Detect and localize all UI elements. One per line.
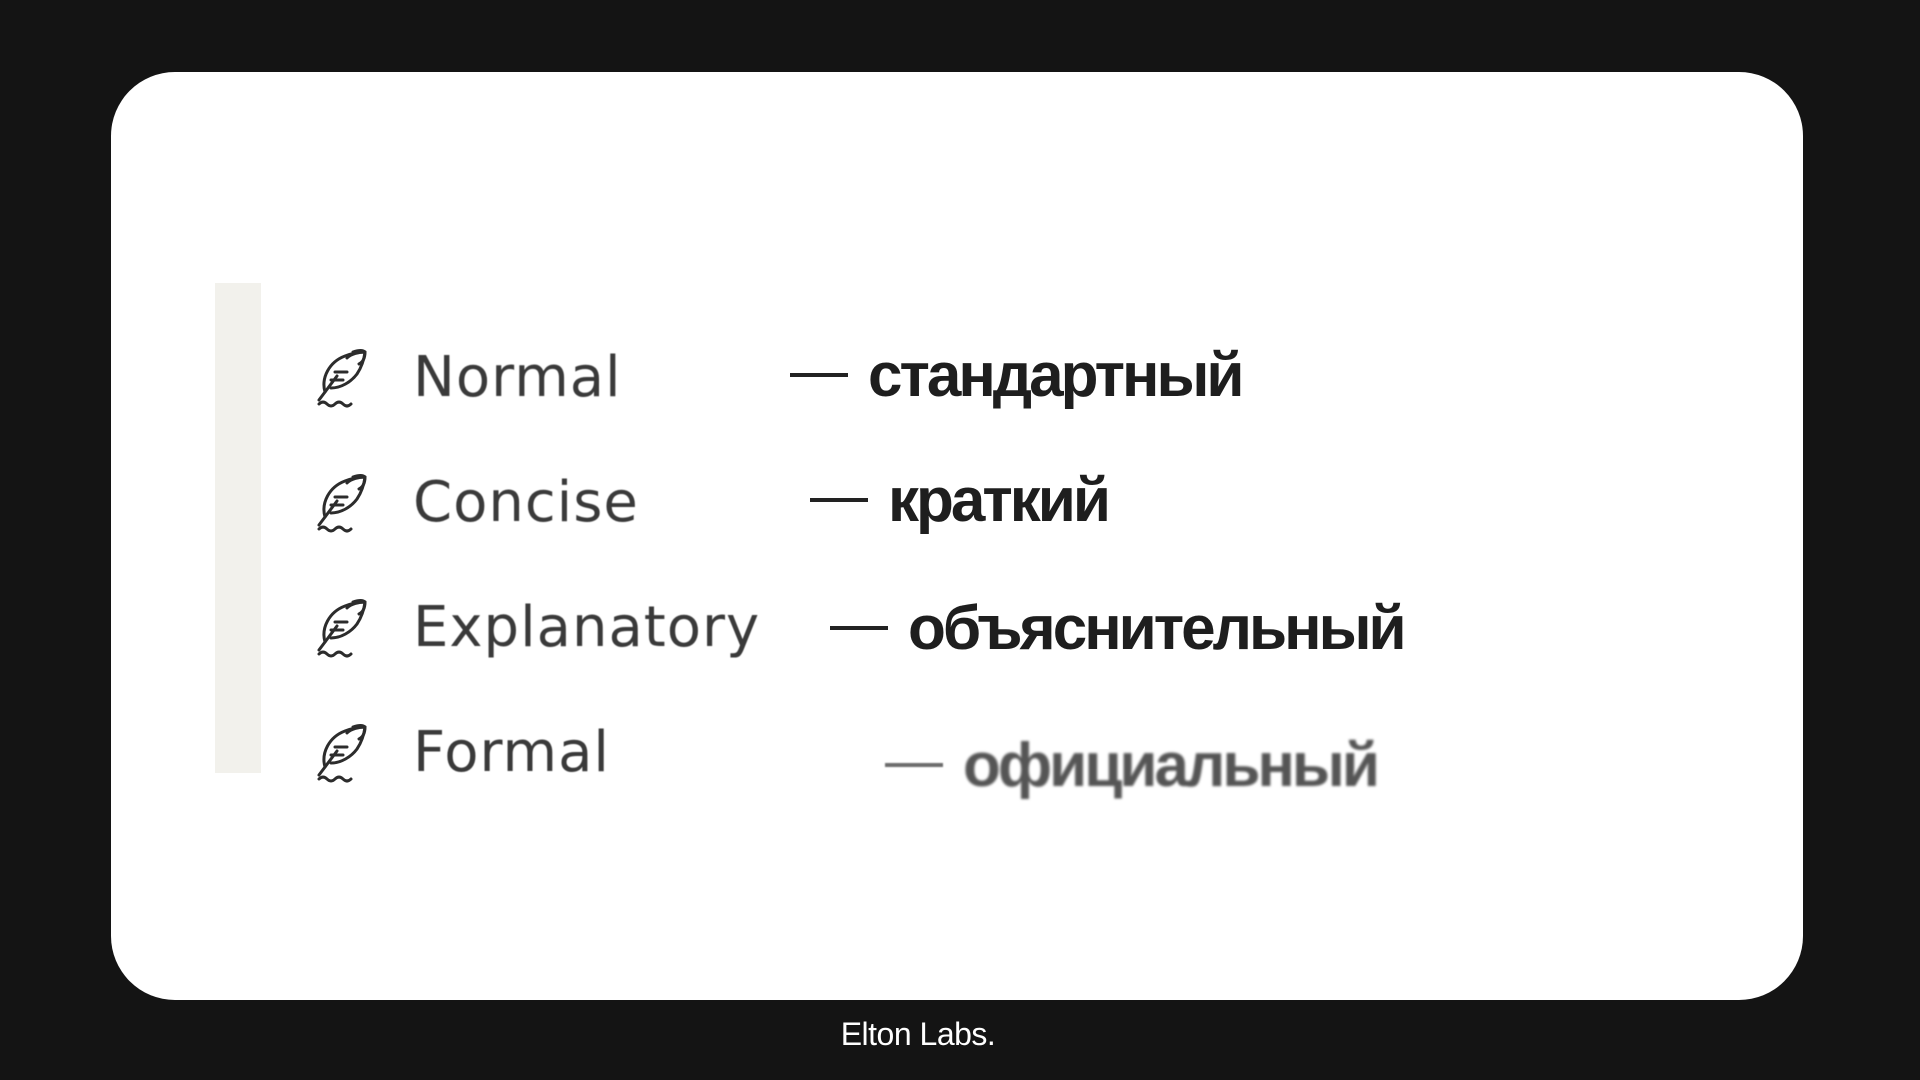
quill-icon bbox=[307, 592, 377, 662]
style-option-label: Normal bbox=[413, 344, 622, 410]
translation-text: официальный bbox=[963, 730, 1380, 800]
translation-text: стандартный bbox=[868, 340, 1245, 410]
dash-separator bbox=[885, 763, 943, 767]
content-card: Normal Concise Explanatory Formal станда… bbox=[111, 72, 1803, 1000]
style-option-label: Formal bbox=[413, 719, 610, 785]
style-option-explanatory[interactable]: Explanatory bbox=[307, 587, 760, 667]
dash-separator bbox=[830, 626, 888, 630]
style-option-concise[interactable]: Concise bbox=[307, 462, 639, 542]
translation-normal: стандартный bbox=[790, 335, 1245, 415]
style-option-formal[interactable]: Formal bbox=[307, 712, 610, 792]
quill-icon bbox=[307, 717, 377, 787]
style-option-label: Explanatory bbox=[413, 594, 761, 660]
translation-concise: краткий bbox=[810, 460, 1111, 540]
dash-separator bbox=[810, 498, 868, 502]
translation-text: краткий bbox=[888, 465, 1111, 535]
translation-text: объяснительный bbox=[908, 593, 1407, 663]
quill-icon bbox=[307, 467, 377, 537]
dash-separator bbox=[790, 373, 848, 377]
style-option-normal[interactable]: Normal bbox=[307, 337, 622, 417]
translation-formal: официальный bbox=[885, 725, 1380, 805]
translation-explanatory: объяснительный bbox=[830, 588, 1407, 668]
brand-footer: Elton Labs. bbox=[840, 1016, 996, 1052]
quill-icon bbox=[307, 342, 377, 412]
style-option-label: Concise bbox=[413, 469, 639, 535]
menu-selection-bar bbox=[215, 283, 261, 773]
